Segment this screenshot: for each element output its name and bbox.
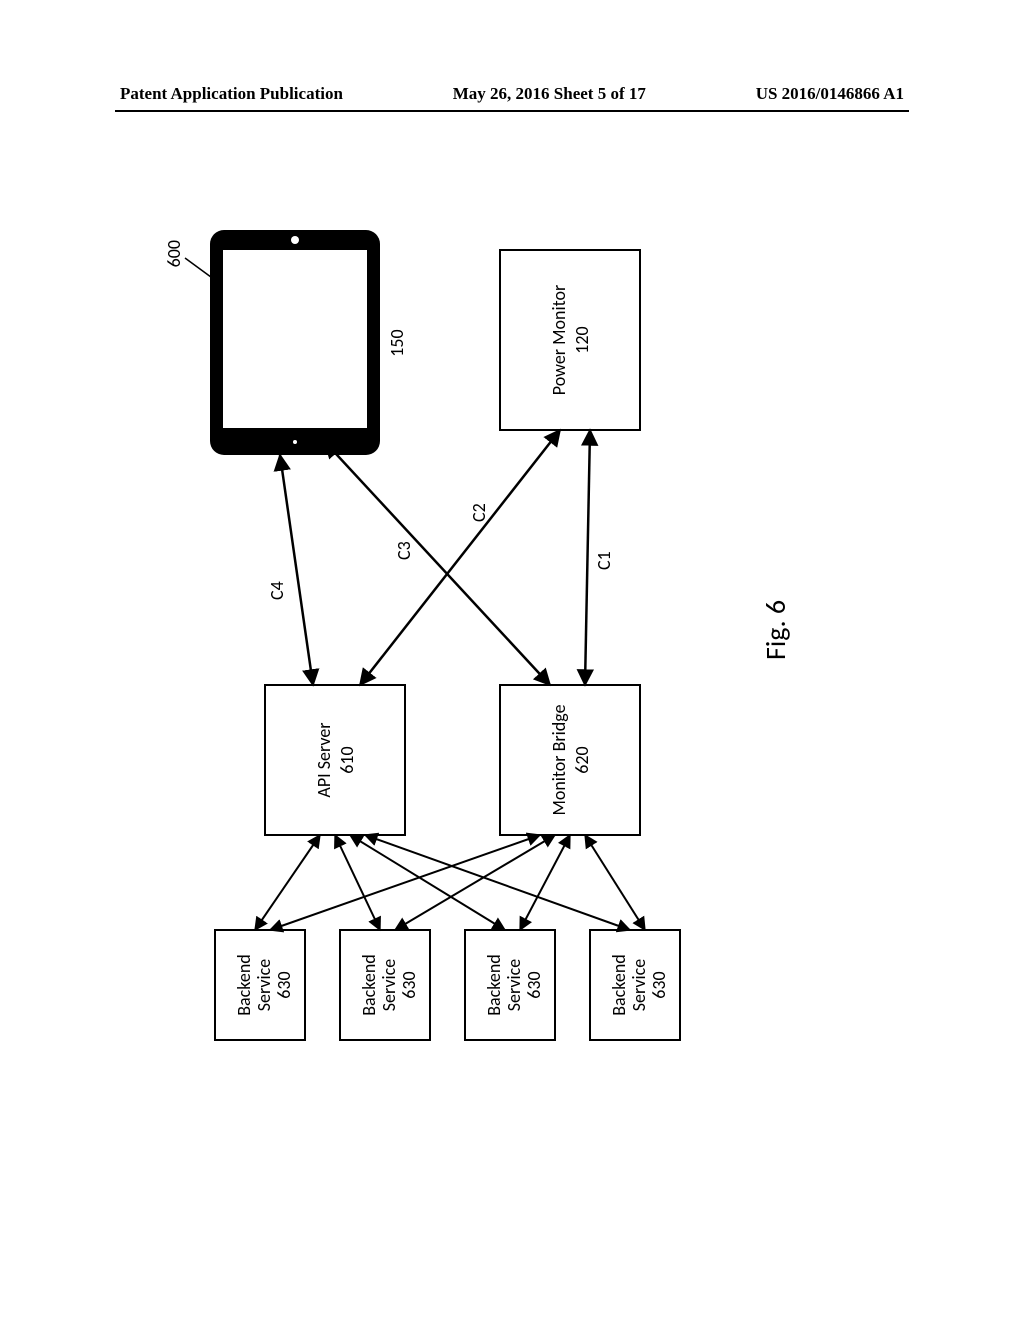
- backend-service-2-label: Backend: [358, 954, 380, 1016]
- backend-service-3-label: Backend: [483, 954, 505, 1016]
- conn-c3: [325, 442, 550, 685]
- api-server-box: API Server 610: [265, 685, 405, 835]
- backend-service-1: Backend Service 630: [215, 930, 305, 1040]
- c3-label: C3: [393, 541, 415, 560]
- svg-text:Service: Service: [628, 959, 650, 1012]
- power-monitor-label: Power Monitor: [548, 285, 570, 395]
- backend-service-2: Backend Service 630: [340, 930, 430, 1040]
- c1-label: C1: [593, 551, 615, 570]
- api-server-label: API Server: [313, 722, 335, 797]
- page: Patent Application Publication May 26, 2…: [0, 0, 1024, 1320]
- backend-service-4: Backend Service 630: [590, 930, 680, 1040]
- header-divider: [115, 110, 909, 112]
- header-right: US 2016/0146866 A1: [756, 84, 904, 104]
- c4-label: C4: [266, 581, 288, 600]
- conn-c1: [585, 430, 590, 685]
- power-monitor-ref: 120: [571, 326, 593, 353]
- monitor-bridge-ref: 620: [571, 746, 593, 773]
- conn-c2: [360, 430, 560, 685]
- system-diagram: 600 Backend Service 630 Backend Service …: [155, 210, 855, 1050]
- monitor-bridge-label: Monitor Bridge: [548, 704, 570, 815]
- figure-caption: Fig. 6: [758, 600, 793, 660]
- backend-service-1-label2: Service: [253, 959, 275, 1012]
- api-server-ref: 610: [336, 746, 358, 773]
- backend-service-1-label: Backend: [233, 954, 255, 1016]
- header-left: Patent Application Publication: [120, 84, 343, 104]
- monitor-bridge-box: Monitor Bridge 620: [500, 685, 640, 835]
- tablet-ref: 150: [386, 329, 408, 356]
- svg-text:Service: Service: [378, 959, 400, 1012]
- system-ref-label: 600: [163, 240, 185, 267]
- conn-c4: [280, 455, 313, 685]
- page-header: Patent Application Publication May 26, 2…: [0, 84, 1024, 104]
- backend-service-4-label: Backend: [608, 954, 630, 1016]
- c2-label: C2: [468, 503, 490, 522]
- backend-service-4-ref: 630: [648, 971, 670, 998]
- power-monitor-box: Power Monitor 120: [500, 250, 640, 430]
- backend-service-3-ref: 630: [523, 971, 545, 998]
- backend-service-1-ref: 630: [273, 971, 295, 998]
- backend-connectors: [255, 835, 645, 930]
- svg-text:Service: Service: [503, 959, 525, 1012]
- backend-service-3: Backend Service 630: [465, 930, 555, 1040]
- backend-service-2-ref: 630: [398, 971, 420, 998]
- header-center: May 26, 2016 Sheet 5 of 17: [453, 84, 646, 104]
- tablet-device: 150: [210, 230, 408, 455]
